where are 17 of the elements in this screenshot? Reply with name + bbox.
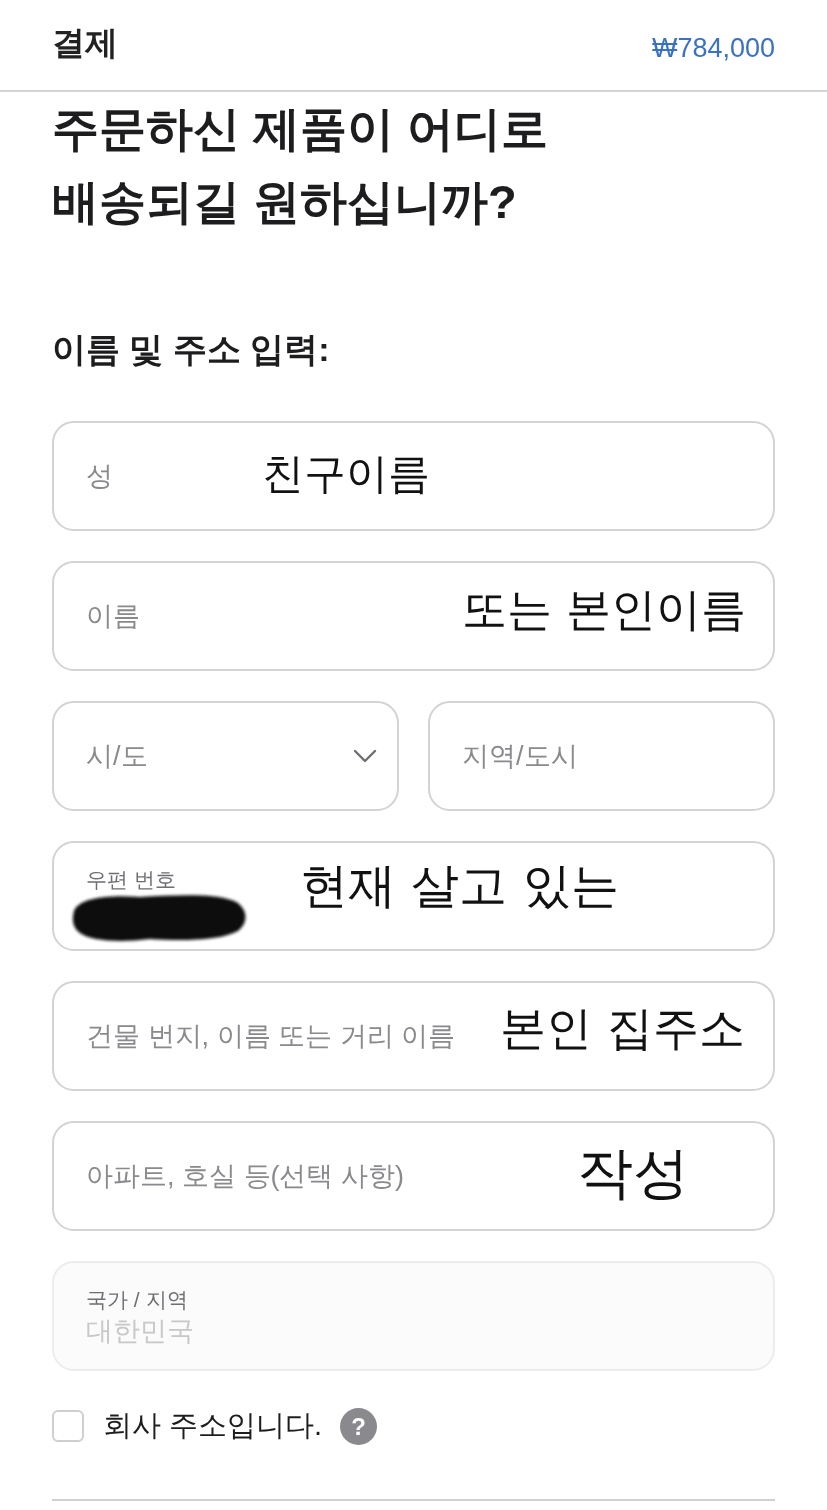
checkbox-label: 회사 주소입니다. — [103, 1408, 323, 1443]
field-label: 국가 / 지역 — [86, 1287, 188, 1313]
chevron-down-icon — [353, 749, 377, 763]
handwritten-note: 또는 본인이름 — [462, 587, 747, 632]
handwritten-note: 현재 살고 있는 — [300, 861, 619, 909]
page-heading: 주문하신 제품이 어디로 배송되길 원하십니까? — [52, 101, 549, 230]
order-total: ₩784,000 — [651, 32, 775, 64]
checkbox[interactable] — [52, 1410, 84, 1442]
page-title: 결제 — [52, 22, 118, 63]
section-heading: 이름 및 주소 입력: — [52, 329, 330, 370]
help-button[interactable]: ? — [340, 1407, 378, 1445]
text-field[interactable]: 지역/도시 — [428, 701, 775, 811]
dropdown[interactable]: 시/도 — [52, 701, 399, 811]
handwritten-note: 작성 — [577, 1145, 689, 1201]
handwritten-note: 친구이름 — [262, 453, 430, 495]
field-label: 우편 번호 — [86, 867, 176, 893]
handwritten-note: 본인 집주소 — [500, 1005, 745, 1051]
